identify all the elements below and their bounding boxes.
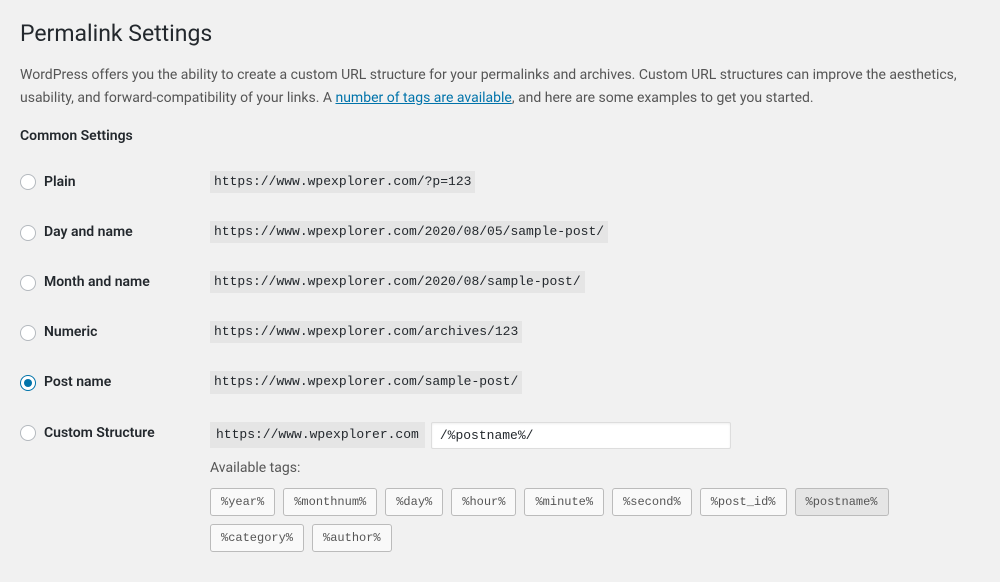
example-plain: https://www.wpexplorer.com/?p=123: [210, 171, 475, 193]
tag-postname-button[interactable]: %postname%: [795, 488, 889, 516]
tag-monthnum-button[interactable]: %monthnum%: [283, 488, 377, 516]
radio-custom[interactable]: [20, 425, 36, 441]
radio-plain[interactable]: [20, 174, 36, 190]
tag-day-button[interactable]: %day%: [385, 488, 443, 516]
label-post-name[interactable]: Post name: [44, 373, 111, 393]
radio-day-name[interactable]: [20, 225, 36, 241]
label-numeric[interactable]: Numeric: [44, 323, 97, 343]
radio-numeric[interactable]: [20, 325, 36, 341]
tags-available-link[interactable]: number of tags are available: [335, 90, 511, 106]
example-numeric: https://www.wpexplorer.com/archives/123: [210, 321, 522, 343]
common-settings-heading: Common Settings: [20, 127, 980, 147]
tag-second-button[interactable]: %second%: [612, 488, 692, 516]
option-post-name-row: Post name https://www.wpexplorer.com/sam…: [20, 371, 980, 393]
label-custom[interactable]: Custom Structure: [44, 424, 155, 444]
radio-post-name[interactable]: [20, 375, 36, 391]
tag-hour-button[interactable]: %hour%: [451, 488, 516, 516]
option-month-name-row: Month and name https://www.wpexplorer.co…: [20, 271, 980, 293]
label-day-name[interactable]: Day and name: [44, 223, 133, 243]
tag-minute-button[interactable]: %minute%: [524, 488, 604, 516]
permalink-options: Plain https://www.wpexplorer.com/?p=123 …: [20, 171, 980, 553]
page-title: Permalink Settings: [20, 18, 980, 50]
custom-structure-input[interactable]: [431, 422, 731, 449]
available-tags-label: Available tags:: [210, 459, 980, 479]
tag-category-button[interactable]: %category%: [210, 524, 304, 552]
label-month-name[interactable]: Month and name: [44, 273, 150, 293]
tag-buttons: %year% %monthnum% %day% %hour% %minute% …: [210, 488, 980, 552]
option-custom-row: Custom Structure https://www.wpexplorer.…: [20, 422, 980, 553]
example-day-name: https://www.wpexplorer.com/2020/08/05/sa…: [210, 221, 608, 243]
tag-year-button[interactable]: %year%: [210, 488, 275, 516]
example-post-name: https://www.wpexplorer.com/sample-post/: [210, 371, 522, 393]
option-plain-row: Plain https://www.wpexplorer.com/?p=123: [20, 171, 980, 193]
tag-author-button[interactable]: %author%: [312, 524, 392, 552]
option-numeric-row: Numeric https://www.wpexplorer.com/archi…: [20, 321, 980, 343]
label-plain[interactable]: Plain: [44, 173, 76, 193]
tag-post-id-button[interactable]: %post_id%: [700, 488, 787, 516]
option-day-name-row: Day and name https://www.wpexplorer.com/…: [20, 221, 980, 243]
description: WordPress offers you the ability to crea…: [20, 64, 980, 109]
example-month-name: https://www.wpexplorer.com/2020/08/sampl…: [210, 271, 585, 293]
radio-month-name[interactable]: [20, 275, 36, 291]
custom-base-url: https://www.wpexplorer.com: [210, 422, 425, 448]
description-suffix: , and here are some examples to get you …: [512, 90, 814, 106]
